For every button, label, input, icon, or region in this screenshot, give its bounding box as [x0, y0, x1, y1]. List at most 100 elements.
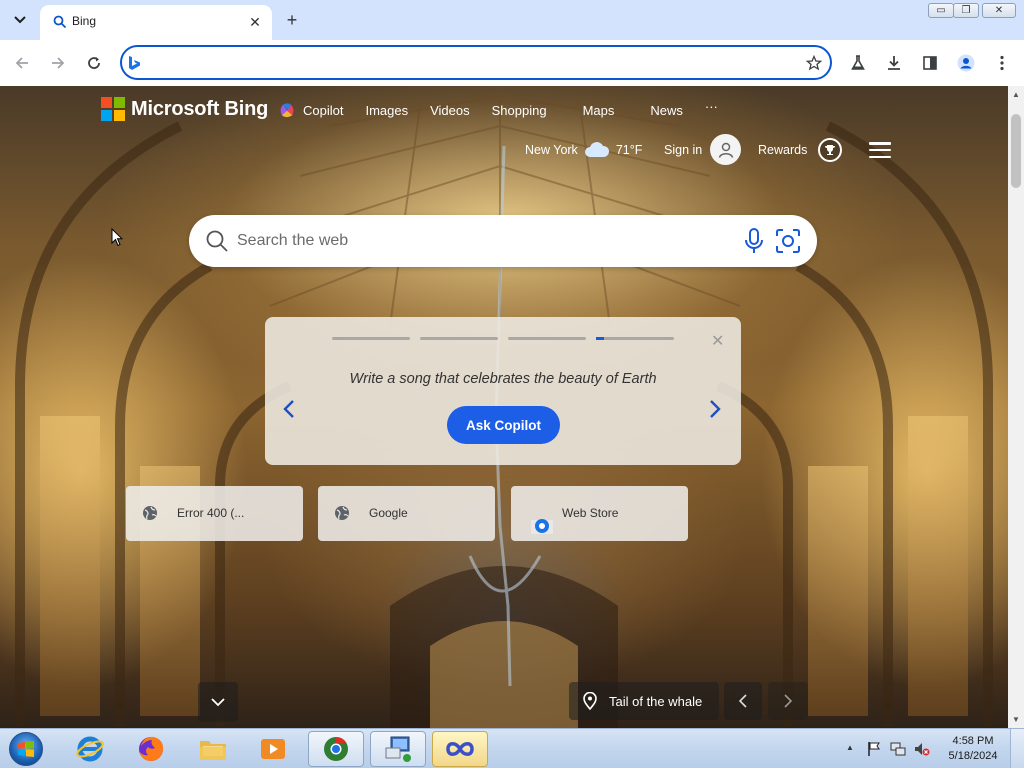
- scroll-up-arrow-icon[interactable]: ▲: [1012, 90, 1020, 99]
- location-pin-icon: [583, 692, 597, 710]
- tab-title: Bing: [72, 14, 97, 28]
- download-icon: [888, 56, 900, 70]
- card-close-button[interactable]: ✕: [711, 331, 724, 351]
- nav-more[interactable]: ···: [705, 99, 718, 114]
- copilot-icon: [280, 103, 294, 118]
- taskbar-internet-explorer[interactable]: [62, 731, 118, 767]
- firefox-icon: [139, 736, 164, 761]
- quick-link-label: Error 400 (...: [177, 506, 245, 520]
- rewards-link[interactable]: Rewards: [758, 143, 807, 157]
- quick-link-google[interactable]: Google: [318, 486, 495, 541]
- more-vertical-icon: [1000, 55, 1004, 71]
- profile-button[interactable]: [955, 52, 977, 74]
- next-image-button[interactable]: [768, 682, 808, 720]
- scroll-down-arrow-icon[interactable]: ▼: [1012, 715, 1020, 724]
- browser-tab[interactable]: Bing ✕: [40, 5, 272, 40]
- previous-image-button[interactable]: [724, 682, 762, 720]
- side-panel-button[interactable]: [919, 52, 941, 74]
- clock-time: 4:58 PM: [952, 735, 994, 747]
- taskbar-media-player[interactable]: [245, 731, 301, 767]
- folder-icon: [200, 741, 226, 760]
- window-maximize-button[interactable]: ❐: [953, 3, 979, 18]
- labs-button[interactable]: [847, 52, 869, 74]
- hamburger-line: [869, 155, 891, 158]
- network-icon[interactable]: [890, 741, 906, 757]
- start-button[interactable]: [6, 731, 46, 767]
- microsoft-logo-icon: [101, 97, 125, 121]
- infinity-icon: [446, 742, 474, 756]
- weather-widget[interactable]: New York 71°F: [525, 142, 642, 158]
- browser-menu-button[interactable]: [991, 52, 1013, 74]
- forward-button[interactable]: [45, 50, 71, 76]
- quick-link-error400[interactable]: Error 400 (...: [126, 486, 303, 541]
- nav-news[interactable]: News: [650, 103, 683, 118]
- mouse-cursor-icon: [111, 228, 123, 247]
- taskbar-firefox[interactable]: [123, 731, 179, 767]
- chevron-down-icon: [211, 698, 225, 706]
- bing-logo-text: Microsoft Bing: [131, 97, 269, 120]
- chevron-right-icon[interactable]: [709, 399, 721, 419]
- bing-logo[interactable]: Microsoft Bing: [101, 97, 268, 121]
- copilot-suggestion-card: ✕ Write a song that celebrates the beaut…: [265, 317, 741, 465]
- browser-toolbar: [0, 40, 1024, 86]
- nav-maps[interactable]: Maps: [583, 103, 615, 118]
- chevron-right-icon: [784, 694, 792, 708]
- taskbar-network-app[interactable]: [370, 731, 426, 767]
- quick-link-label: Web Store: [562, 506, 619, 520]
- nav-images[interactable]: Images: [365, 103, 408, 118]
- search-box[interactable]: [189, 215, 817, 267]
- side-panel-icon: [923, 56, 937, 70]
- user-icon: [718, 142, 733, 158]
- scroll-thumb[interactable]: [1011, 114, 1021, 188]
- downloads-button[interactable]: [883, 52, 905, 74]
- search-input[interactable]: [237, 229, 717, 253]
- hamburger-line: [869, 148, 891, 152]
- nav-shopping[interactable]: Shopping: [492, 103, 547, 118]
- sign-in-link[interactable]: Sign in: [664, 143, 702, 157]
- bookmark-star-icon[interactable]: [804, 53, 824, 73]
- volume-muted-icon[interactable]: [914, 741, 930, 757]
- flag-icon[interactable]: [866, 741, 882, 757]
- window-minimize-button[interactable]: ▭: [928, 3, 954, 18]
- taskbar-chrome[interactable]: [308, 731, 364, 767]
- address-bar[interactable]: [120, 45, 832, 80]
- profile-icon: [957, 54, 975, 72]
- nav-videos[interactable]: Videos: [430, 103, 470, 118]
- internet-explorer-icon: [76, 736, 104, 762]
- page-scrollbar[interactable]: ▲ ▼: [1008, 86, 1024, 728]
- taskbar-file-explorer[interactable]: [185, 731, 241, 767]
- bing-homepage: Microsoft Bing Copilot Images Videos Sho…: [0, 86, 1008, 728]
- search-favicon-icon: [53, 15, 67, 29]
- cloud-icon: [584, 142, 609, 157]
- visual-search-icon[interactable]: [775, 228, 801, 254]
- globe-icon: [335, 506, 349, 520]
- chrome-web-store-icon: [531, 519, 553, 534]
- address-input[interactable]: [146, 52, 806, 74]
- nav-copilot[interactable]: Copilot: [303, 103, 343, 118]
- reload-button[interactable]: [81, 50, 107, 76]
- hamburger-line: [869, 142, 891, 145]
- bing-menu-button[interactable]: [869, 142, 891, 158]
- image-caption[interactable]: Tail of the whale: [569, 682, 719, 720]
- ask-copilot-button[interactable]: Ask Copilot: [447, 406, 560, 444]
- globe-icon: [143, 506, 157, 520]
- taskbar-infinity-app[interactable]: [432, 731, 488, 767]
- show-desktop-button[interactable]: [1010, 729, 1024, 768]
- chevron-left-icon[interactable]: [283, 399, 295, 419]
- tab-search-button[interactable]: [8, 8, 32, 32]
- scroll-down-button[interactable]: [198, 682, 238, 722]
- new-tab-button[interactable]: +: [281, 9, 303, 31]
- system-clock[interactable]: 4:58 PM 5/18/2024: [944, 734, 1002, 764]
- avatar[interactable]: [710, 134, 741, 165]
- tab-strip: Bing ✕ + ▭ ❐ ✕: [0, 0, 1024, 40]
- chrome-icon: [324, 737, 348, 761]
- progress-segment-active: [596, 337, 674, 340]
- chevron-down-icon: [14, 16, 26, 24]
- tray-expand-icon[interactable]: ▲: [846, 743, 854, 752]
- microphone-icon[interactable]: [742, 227, 766, 255]
- tab-close-button[interactable]: ✕: [246, 13, 264, 31]
- window-close-button[interactable]: ✕: [982, 3, 1016, 18]
- back-button[interactable]: [9, 50, 35, 76]
- quick-link-web-store[interactable]: Web Store: [511, 486, 688, 541]
- rewards-button[interactable]: [818, 138, 842, 162]
